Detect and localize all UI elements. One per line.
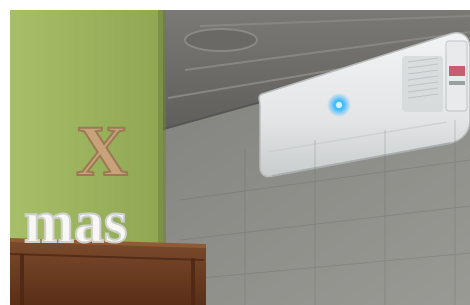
- ceiling-light: [184, 28, 258, 52]
- photo-scene: X mas: [10, 10, 470, 305]
- photo-frame: X mas: [0, 0, 470, 305]
- ac-label-stripe: [449, 81, 465, 85]
- sign-bottom-word: mas: [24, 189, 127, 255]
- ac-led-core: [336, 102, 342, 108]
- ac-label-icon: [449, 66, 465, 76]
- scene: X mas: [10, 10, 470, 305]
- sign-top-letter: X: [76, 111, 128, 191]
